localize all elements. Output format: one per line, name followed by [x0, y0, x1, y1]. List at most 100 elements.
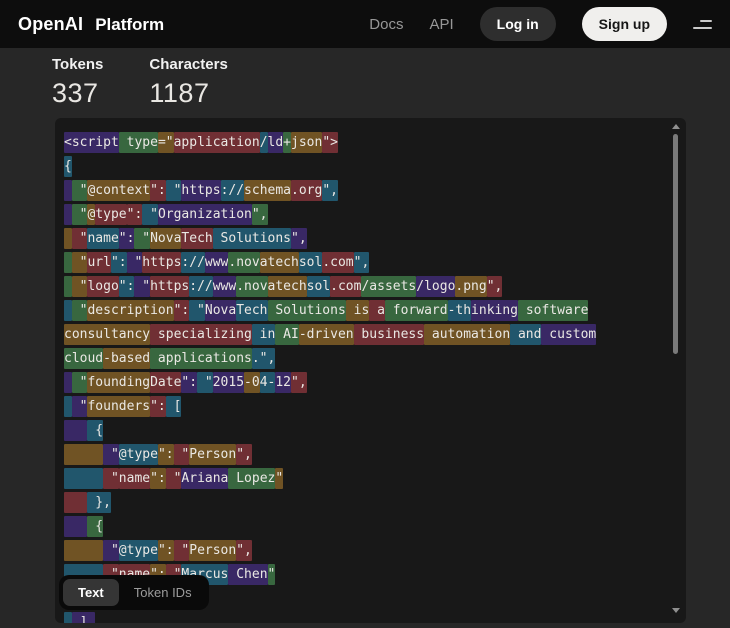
- openai-logo-text: OpenAI: [18, 14, 83, 35]
- token: logo: [87, 276, 118, 297]
- tokenizer-output-panel[interactable]: <script type="application/ld+json">{ "@c…: [55, 118, 686, 623]
- token: name: [119, 468, 150, 489]
- token: @context: [87, 180, 150, 201]
- token: type: [119, 132, 158, 153]
- token: Date: [150, 372, 181, 393]
- token: {: [87, 516, 103, 537]
- tokens-label: Tokens: [52, 56, 103, 73]
- token: Person: [189, 444, 236, 465]
- token: [64, 516, 87, 537]
- token: ":: [127, 204, 143, 225]
- token: -th: [448, 300, 471, 321]
- token: ":: [174, 300, 190, 321]
- tokens-value: 337: [52, 78, 103, 109]
- scroll-down-arrow-icon[interactable]: [672, 608, 680, 613]
- token: ":: [150, 396, 166, 417]
- token: atech: [268, 276, 307, 297]
- code-lines: <script type="application/ld+json">{ "@c…: [55, 118, 686, 623]
- token: inking: [471, 300, 518, 321]
- code-line: {: [64, 419, 664, 443]
- tokens-stat: Tokens 337: [52, 56, 103, 109]
- token: /: [260, 132, 268, 153]
- code-line: <script type="application/ld+json">: [64, 131, 664, 155]
- scrollbar-thumb[interactable]: [673, 134, 678, 354]
- token: [64, 612, 72, 623]
- toggle-text-button[interactable]: Text: [63, 579, 119, 606]
- token: https: [181, 180, 220, 201]
- token: ":: [158, 444, 174, 465]
- token: =": [158, 132, 174, 153]
- code-line: "logo": "https://www.novatechsol.com/ass…: [64, 275, 664, 299]
- token: [64, 540, 103, 561]
- token: ": [72, 276, 88, 297]
- token: 4-: [260, 372, 276, 393]
- token: <script: [64, 132, 119, 153]
- token: sol: [307, 276, 330, 297]
- token: ": [72, 252, 88, 273]
- token: 2015: [213, 372, 244, 393]
- token: Person: [189, 540, 236, 561]
- token: .org: [291, 180, 322, 201]
- token: ",: [354, 252, 370, 273]
- token: ": [268, 564, 276, 585]
- scrollbar[interactable]: [671, 120, 681, 621]
- token: specializing: [150, 324, 252, 345]
- token: @type: [119, 540, 158, 561]
- code-line: "@type": "Organization",: [64, 203, 664, 227]
- token: [64, 396, 72, 417]
- toggle-token-ids-button[interactable]: Token IDs: [121, 579, 205, 606]
- token: [64, 204, 72, 225]
- token: ":: [181, 372, 197, 393]
- token: url: [87, 252, 110, 273]
- token-stats: Tokens 337 Characters 1187: [52, 56, 228, 109]
- token: [64, 420, 87, 441]
- token: and: [510, 324, 541, 345]
- token: /logo: [416, 276, 455, 297]
- scroll-up-arrow-icon[interactable]: [672, 124, 680, 129]
- token: Chen: [228, 564, 267, 585]
- token: ":: [158, 540, 174, 561]
- token: [64, 276, 72, 297]
- code-line: "@type": "Person",: [64, 539, 664, 563]
- token: Organization: [158, 204, 252, 225]
- token: ":: [111, 252, 127, 273]
- nav-link-docs[interactable]: Docs: [369, 16, 403, 33]
- token: /assets: [361, 276, 416, 297]
- token: ld: [268, 132, 284, 153]
- token: [64, 300, 72, 321]
- token: ",: [291, 228, 307, 249]
- token: +: [283, 132, 291, 153]
- login-button[interactable]: Log in: [480, 7, 556, 41]
- token: ": [72, 204, 88, 225]
- token: www: [205, 252, 228, 273]
- token: atech: [260, 252, 299, 273]
- token: Lopez: [228, 468, 275, 489]
- token: ": [103, 540, 119, 561]
- view-toggle: Text Token IDs: [59, 575, 209, 610]
- token: custom: [541, 324, 596, 345]
- token: [64, 180, 72, 201]
- signup-button[interactable]: Sign up: [582, 7, 667, 41]
- token: json: [291, 132, 322, 153]
- nav-link-api[interactable]: API: [429, 16, 453, 33]
- code-line: "name": "NovaTech Solutions",: [64, 227, 664, 251]
- token: [: [166, 396, 182, 417]
- token: ",: [252, 204, 268, 225]
- token: business: [354, 324, 424, 345]
- token: is: [346, 300, 369, 321]
- token: ://: [181, 252, 204, 273]
- token: ":: [150, 180, 166, 201]
- characters-value: 1187: [149, 78, 227, 109]
- token: consultancy: [64, 324, 150, 345]
- code-line: {: [64, 515, 664, 539]
- token: {: [64, 156, 72, 177]
- logo[interactable]: OpenAI Platform: [18, 14, 164, 35]
- hamburger-menu-icon[interactable]: [693, 16, 712, 33]
- token: applications: [150, 348, 252, 369]
- token: www: [213, 276, 236, 297]
- token: ": [103, 444, 119, 465]
- top-nav-links: Docs API Log in Sign up: [369, 7, 712, 41]
- code-line: consultancy specializing in AI-driven bu…: [64, 323, 664, 347]
- code-line: "@context": "https://schema.org",: [64, 179, 664, 203]
- token: ": [174, 540, 190, 561]
